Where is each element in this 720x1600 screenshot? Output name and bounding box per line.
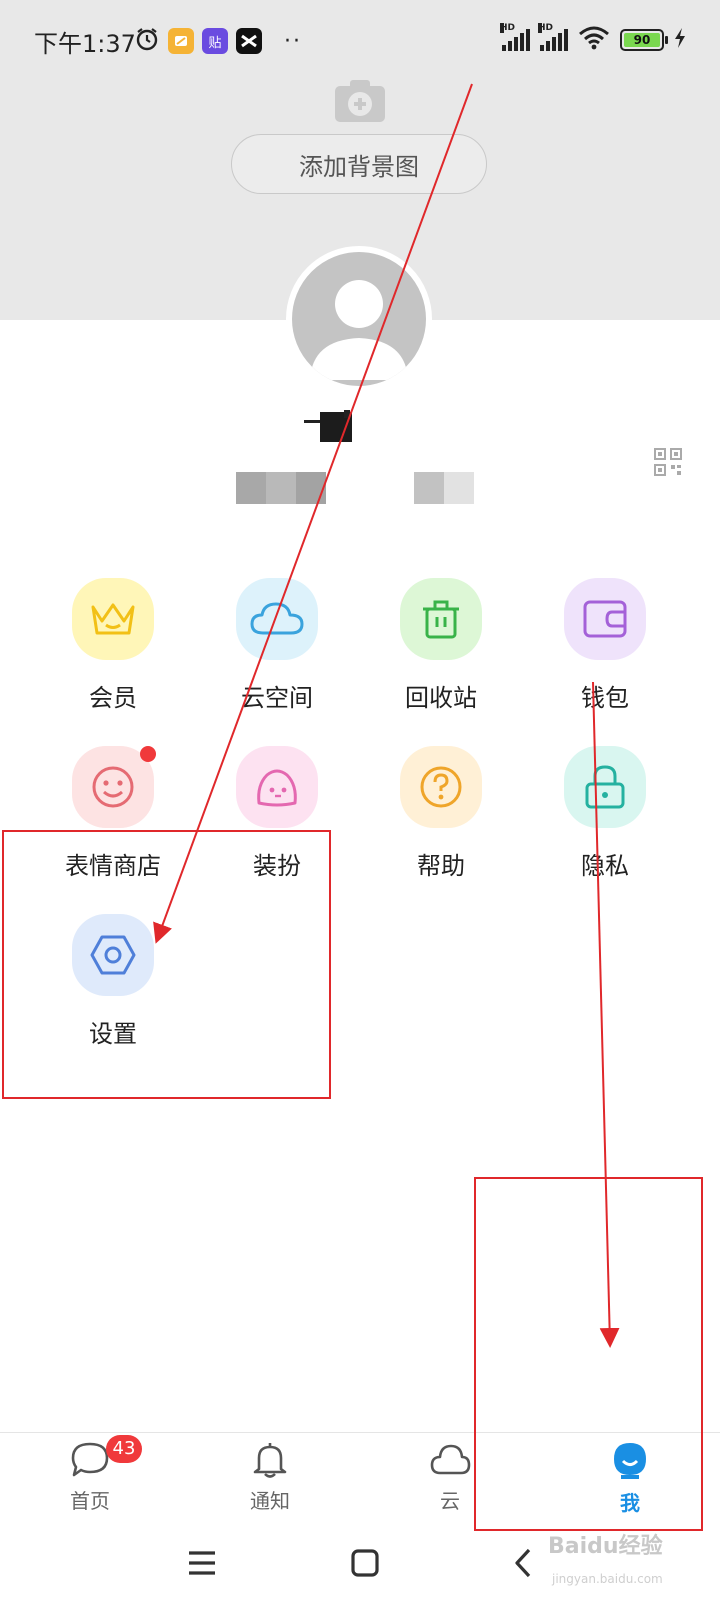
status-time: 下午1:37	[34, 30, 136, 58]
notes-app-icon	[168, 28, 194, 54]
question-icon	[400, 746, 482, 828]
camera-add-icon[interactable]	[334, 78, 386, 128]
tab-notifications-label: 通知	[250, 1489, 290, 1513]
tab-home[interactable]: 43 首页	[0, 1433, 180, 1541]
grid-label-wallet: 钱包	[581, 684, 629, 712]
status-app-icons: 贴 ··	[134, 26, 302, 56]
grid-label-privacy: 隐私	[581, 852, 629, 880]
signal-1-icon: HD	[500, 23, 530, 51]
wallet-icon	[564, 578, 646, 660]
grid-item-wallet[interactable]: 钱包	[525, 578, 685, 713]
qr-code-icon[interactable]	[654, 448, 682, 480]
annotation-box-me-tab	[474, 1177, 703, 1531]
extra-info-redacted	[414, 472, 474, 504]
signal-2-icon: HD	[538, 23, 568, 51]
trash-icon	[400, 578, 482, 660]
cloud-icon	[236, 578, 318, 660]
home-square-icon[interactable]	[351, 1549, 379, 1581]
grid-label-recycle-bin: 回收站	[405, 684, 477, 712]
tab-notifications[interactable]: 通知	[180, 1433, 360, 1541]
cloud-outline-icon	[429, 1444, 471, 1483]
wifi-icon	[578, 26, 610, 54]
status-bar: 下午1:37 贴 ·· HD HD 90	[0, 0, 720, 80]
more-notifications: ··	[284, 28, 302, 54]
username-redacted	[304, 410, 354, 444]
status-right: HD HD 90	[500, 23, 686, 54]
grid-item-privacy[interactable]: 隐私	[525, 746, 685, 881]
battery-icon: 90	[620, 29, 668, 51]
grid-item-recycle-bin[interactable]: 回收站	[361, 578, 521, 713]
capcut-app-icon	[236, 28, 262, 54]
alarm-icon	[134, 26, 160, 56]
grid-item-help[interactable]: 帮助	[361, 746, 521, 881]
grid-label-help: 帮助	[417, 852, 465, 880]
unread-count-badge: 43	[106, 1435, 142, 1463]
back-icon[interactable]	[513, 1548, 533, 1582]
lock-icon	[564, 746, 646, 828]
ghost-icon	[236, 746, 318, 828]
bell-icon	[250, 1443, 290, 1483]
default-user-icon	[310, 280, 408, 380]
smile-icon	[72, 746, 156, 828]
new-dot-badge	[140, 746, 156, 762]
account-id-redacted	[236, 472, 326, 504]
tab-home-label: 首页	[70, 1489, 110, 1513]
grid-item-vip[interactable]: 会员	[33, 578, 193, 713]
chat-bubble-icon	[70, 1442, 110, 1483]
add-background-button[interactable]: 添加背景图	[231, 134, 487, 194]
grid-label-cloud-space: 云空间	[241, 684, 313, 712]
tieba-app-icon: 贴	[202, 28, 228, 54]
watermark-logo: Baidu经验	[548, 1534, 663, 1559]
menu-icon[interactable]	[187, 1550, 217, 1580]
battery-level: 90	[624, 33, 660, 47]
crown-icon	[72, 578, 154, 660]
watermark-url: jingyan.baidu.com	[552, 1572, 663, 1586]
avatar[interactable]	[286, 246, 432, 392]
grid-label-vip: 会员	[89, 684, 137, 712]
charging-icon	[674, 27, 686, 53]
annotation-box-settings	[2, 830, 331, 1099]
grid-item-cloud-space[interactable]: 云空间	[197, 578, 357, 713]
